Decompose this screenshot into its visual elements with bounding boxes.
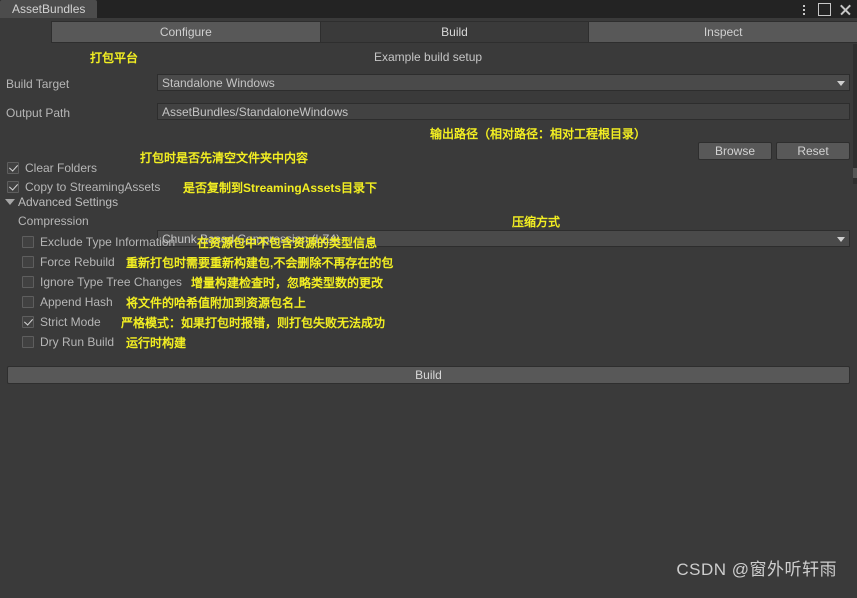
output-path-input[interactable]: AssetBundles/StandaloneWindows — [157, 103, 850, 120]
close-icon[interactable] — [839, 3, 852, 16]
checkbox-exclude-type-information[interactable]: Exclude Type Information — [22, 234, 175, 250]
triangle-down-icon — [5, 199, 15, 205]
editor-window-body: Configure Build Inspect 打包平台 Example bui… — [0, 18, 857, 598]
checkbox-dry-run-build-box[interactable] — [22, 336, 34, 348]
more-menu-icon[interactable] — [797, 3, 810, 16]
tab-build[interactable]: Build — [319, 21, 590, 43]
window-tab-assetbundles[interactable]: AssetBundles — [0, 0, 98, 18]
tab-inspect[interactable]: Inspect — [588, 21, 857, 43]
output-path-value: AssetBundles/StandaloneWindows — [162, 104, 349, 119]
note-output-path: 输出路径（相对路径：相对工程根目录） — [430, 127, 647, 141]
checkbox-clear-folders-label: Clear Folders — [25, 161, 98, 175]
tab-configure[interactable]: Configure — [51, 21, 321, 43]
checkbox-force-rebuild-label: Force Rebuild — [40, 255, 115, 269]
checkbox-strict-mode-label: Strict Mode — [40, 315, 101, 329]
note-force-rebuild: 重新打包时需要重新构建包,不会删除不再存在的包 — [126, 256, 394, 270]
reset-button[interactable]: Reset — [776, 142, 850, 160]
vertical-scrollbar-track[interactable] — [853, 44, 857, 184]
note-copy-streamingassets: 是否复制到StreamingAssets目录下 — [183, 181, 378, 195]
checkbox-dry-run-build[interactable]: Dry Run Build — [22, 334, 114, 350]
checkbox-exclude-type-information-box[interactable] — [22, 236, 34, 248]
build-target-dropdown[interactable]: Standalone Windows — [157, 74, 850, 91]
chevron-down-icon — [837, 80, 845, 86]
checkbox-ignore-type-tree-changes[interactable]: Ignore Type Tree Changes — [22, 274, 182, 290]
watermark: CSDN @窗外听轩雨 — [676, 560, 837, 579]
checkbox-ignore-type-tree-changes-label: Ignore Type Tree Changes — [40, 275, 182, 289]
checkbox-force-rebuild[interactable]: Force Rebuild — [22, 254, 115, 270]
checkbox-exclude-type-information-label: Exclude Type Information — [40, 235, 176, 249]
checkbox-append-hash-box[interactable] — [22, 296, 34, 308]
maximize-icon[interactable] — [818, 3, 831, 16]
checkbox-copy-streamingassets[interactable]: Copy to StreamingAssets — [7, 179, 160, 195]
checkbox-strict-mode[interactable]: Strict Mode — [22, 314, 101, 330]
checkbox-ignore-type-tree-changes-box[interactable] — [22, 276, 34, 288]
checkbox-append-hash[interactable]: Append Hash — [22, 294, 113, 310]
checkbox-copy-streamingassets-box[interactable] — [7, 181, 19, 193]
checkbox-append-hash-label: Append Hash — [40, 295, 113, 309]
note-exclude-type-information: 在资源包中不包含资源的类型信息 — [197, 236, 378, 250]
note-compression: 压缩方式 — [512, 215, 561, 229]
build-target-value: Standalone Windows — [162, 75, 275, 90]
advanced-settings-label: Advanced Settings — [18, 195, 119, 209]
checkbox-strict-mode-box[interactable] — [22, 316, 34, 328]
build-target-label: Build Target — [6, 77, 70, 91]
output-path-label: Output Path — [6, 106, 71, 120]
build-button[interactable]: Build — [7, 366, 850, 384]
compression-label: Compression — [18, 214, 89, 228]
example-build-setup-label: Example build setup — [374, 50, 483, 64]
window-titlebar: AssetBundles — [0, 0, 857, 18]
note-append-hash: 将文件的哈希值附加到资源包名上 — [126, 296, 307, 310]
checkbox-clear-folders-box[interactable] — [7, 162, 19, 174]
advanced-settings-foldout[interactable]: Advanced Settings — [5, 194, 118, 210]
note-ignore-type-tree-changes: 增量构建检查时，忽略类型数的更改 — [191, 276, 384, 290]
window-controls — [797, 0, 857, 18]
checkbox-force-rebuild-box[interactable] — [22, 256, 34, 268]
note-strict-mode: 严格模式：如果打包时报错，则打包失败无法成功 — [121, 316, 386, 330]
mode-tab-bar: Configure Build Inspect — [51, 21, 857, 43]
browse-button[interactable]: Browse — [698, 142, 772, 160]
vertical-scrollbar-thumb[interactable] — [853, 168, 857, 178]
note-dry-run-build: 运行时构建 — [126, 336, 187, 350]
checkbox-clear-folders[interactable]: Clear Folders — [7, 160, 97, 176]
note-clear-folders: 打包时是否先清空文件夹中内容 — [140, 151, 309, 165]
note-build-platform: 打包平台 — [90, 51, 139, 65]
chevron-down-icon — [837, 236, 845, 242]
checkbox-dry-run-build-label: Dry Run Build — [40, 335, 115, 349]
checkbox-copy-streamingassets-label: Copy to StreamingAssets — [25, 180, 161, 194]
